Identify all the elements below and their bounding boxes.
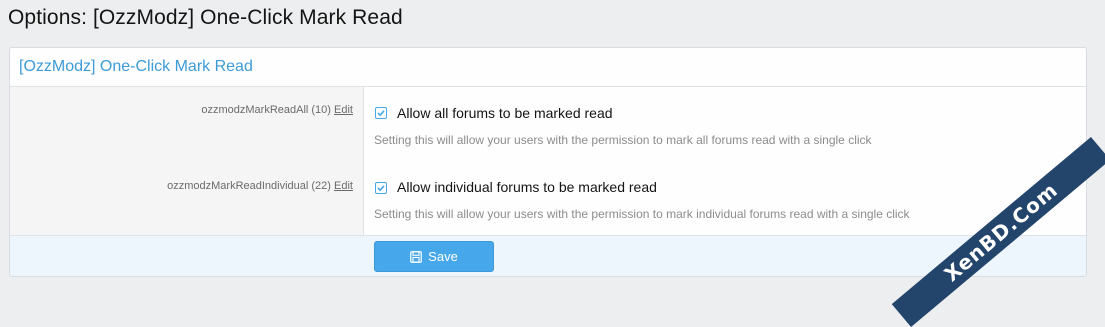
page-title: Options: [OzzModz] One-Click Mark Read xyxy=(8,6,403,29)
edit-link[interactable]: Edit xyxy=(334,104,353,116)
checkmark-icon xyxy=(377,185,385,192)
checkbox-label[interactable]: Allow all forums to be marked read xyxy=(397,105,613,121)
option-hint: Setting this will allow your users with … xyxy=(374,207,910,221)
option-label-cell: ozzmodzMarkReadIndividual (22) Edit xyxy=(10,162,364,236)
option-hint: Setting this will allow your users with … xyxy=(374,133,872,147)
checkmark-icon xyxy=(377,110,385,117)
checkbox[interactable] xyxy=(375,107,387,119)
option-key: ozzmodzMarkReadIndividual (22) xyxy=(167,180,331,192)
block-header-title: [OzzModz] One-Click Mark Read xyxy=(19,58,253,75)
option-value-cell: Allow all forums to be marked read Setti… xyxy=(364,87,1086,162)
edit-link[interactable]: Edit xyxy=(334,180,353,192)
save-button-label: Save xyxy=(428,249,458,264)
option-key-label: ozzmodzMarkReadAll (10) Edit xyxy=(201,104,353,116)
options-list: ozzmodzMarkReadAll (10) Edit Allow all f… xyxy=(10,87,1086,236)
option-row: ozzmodzMarkReadAll (10) Edit Allow all f… xyxy=(10,87,1086,162)
checkbox[interactable] xyxy=(375,182,387,194)
options-block: [OzzModz] One-Click Mark Read ozzmodzMar… xyxy=(9,47,1087,277)
block-header: [OzzModz] One-Click Mark Read xyxy=(10,48,1086,87)
save-icon xyxy=(410,250,423,263)
option-row: ozzmodzMarkReadIndividual (22) Edit Allo… xyxy=(10,162,1086,236)
checkbox-label[interactable]: Allow individual forums to be marked rea… xyxy=(397,179,657,195)
option-key-label: ozzmodzMarkReadIndividual (22) Edit xyxy=(167,180,353,192)
save-button[interactable]: Save xyxy=(374,241,494,272)
option-label-cell: ozzmodzMarkReadAll (10) Edit xyxy=(10,87,364,162)
form-footer: Save xyxy=(10,235,1086,276)
option-key: ozzmodzMarkReadAll (10) xyxy=(201,104,331,116)
option-value-cell: Allow individual forums to be marked rea… xyxy=(364,162,1086,236)
